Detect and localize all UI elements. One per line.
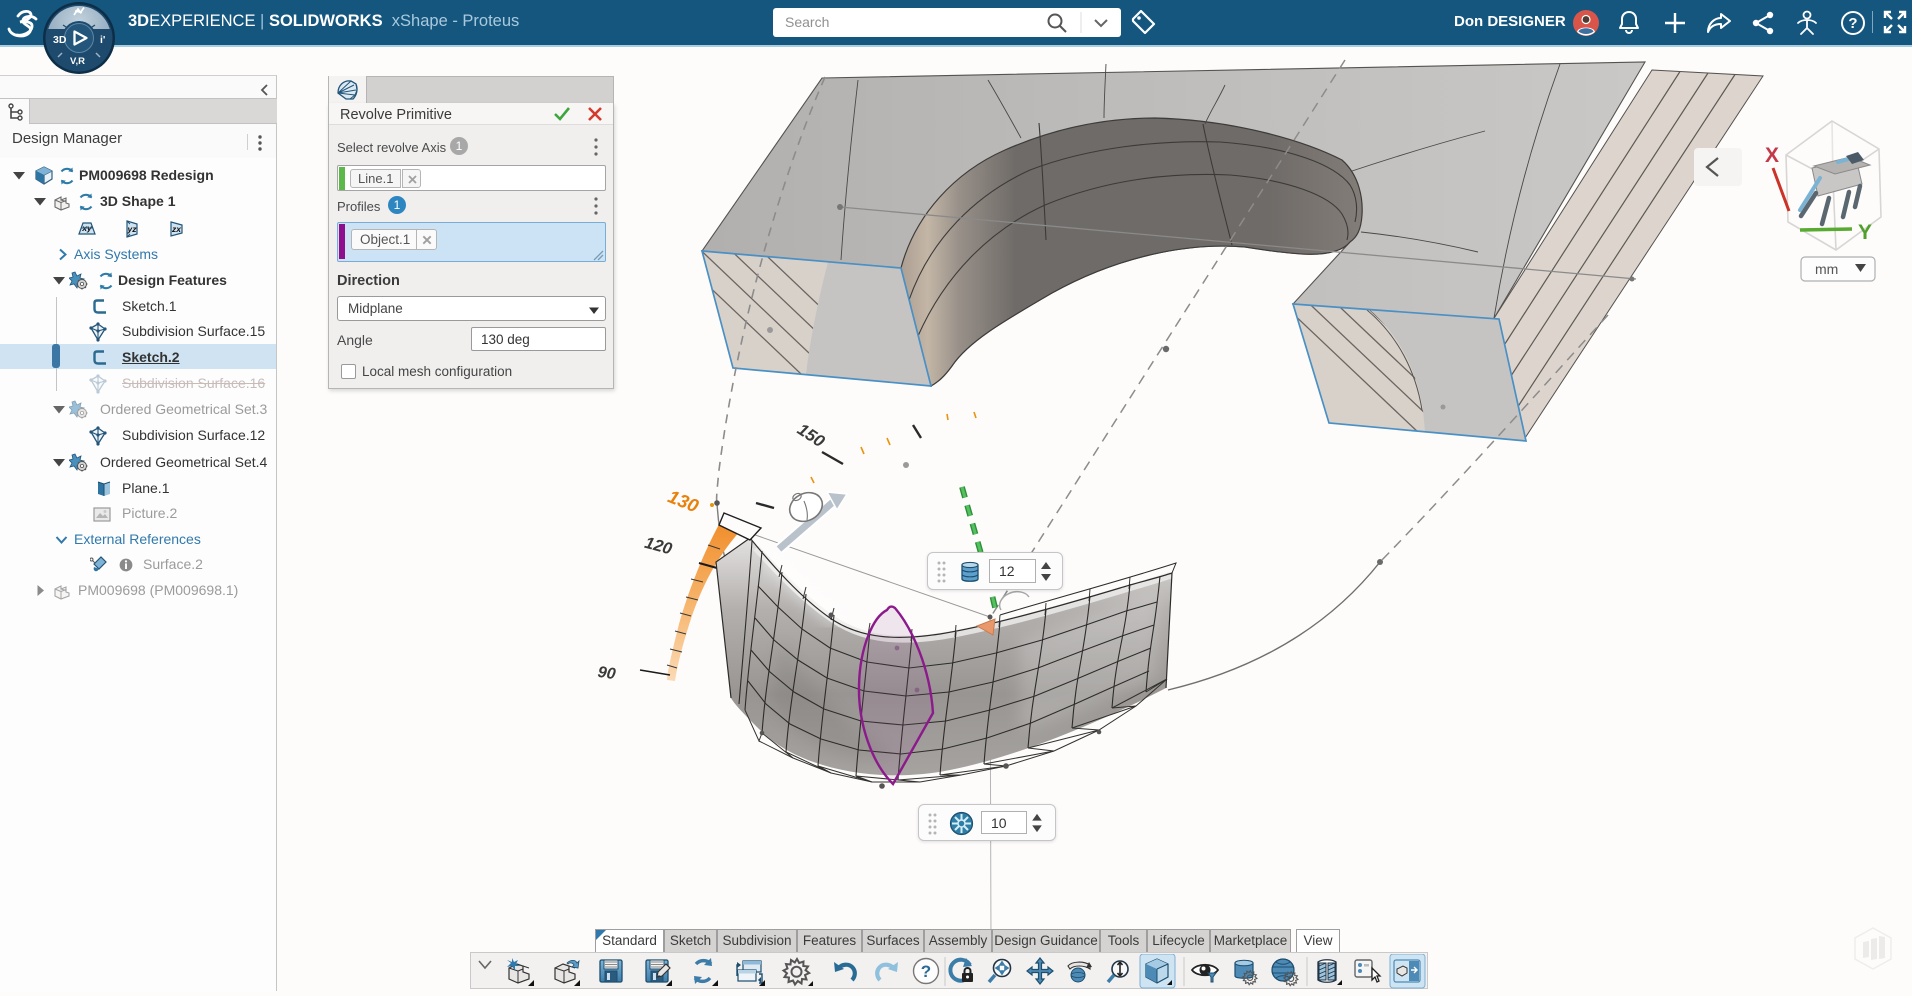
svg-text:mm: mm [1815,261,1838,277]
svg-text:90: 90 [597,664,617,683]
svg-text:X: X [1765,144,1779,167]
svg-text:Y: Y [1858,221,1872,244]
svg-text:3D: 3D [53,34,67,46]
svg-text:120: 120 [643,534,675,559]
svg-text:130: 130 [665,485,702,516]
svg-text:?: ? [1848,15,1857,32]
svg-text:V,R: V,R [70,56,85,67]
svg-text:i': i' [100,34,105,46]
svg-text:150: 150 [794,420,829,452]
